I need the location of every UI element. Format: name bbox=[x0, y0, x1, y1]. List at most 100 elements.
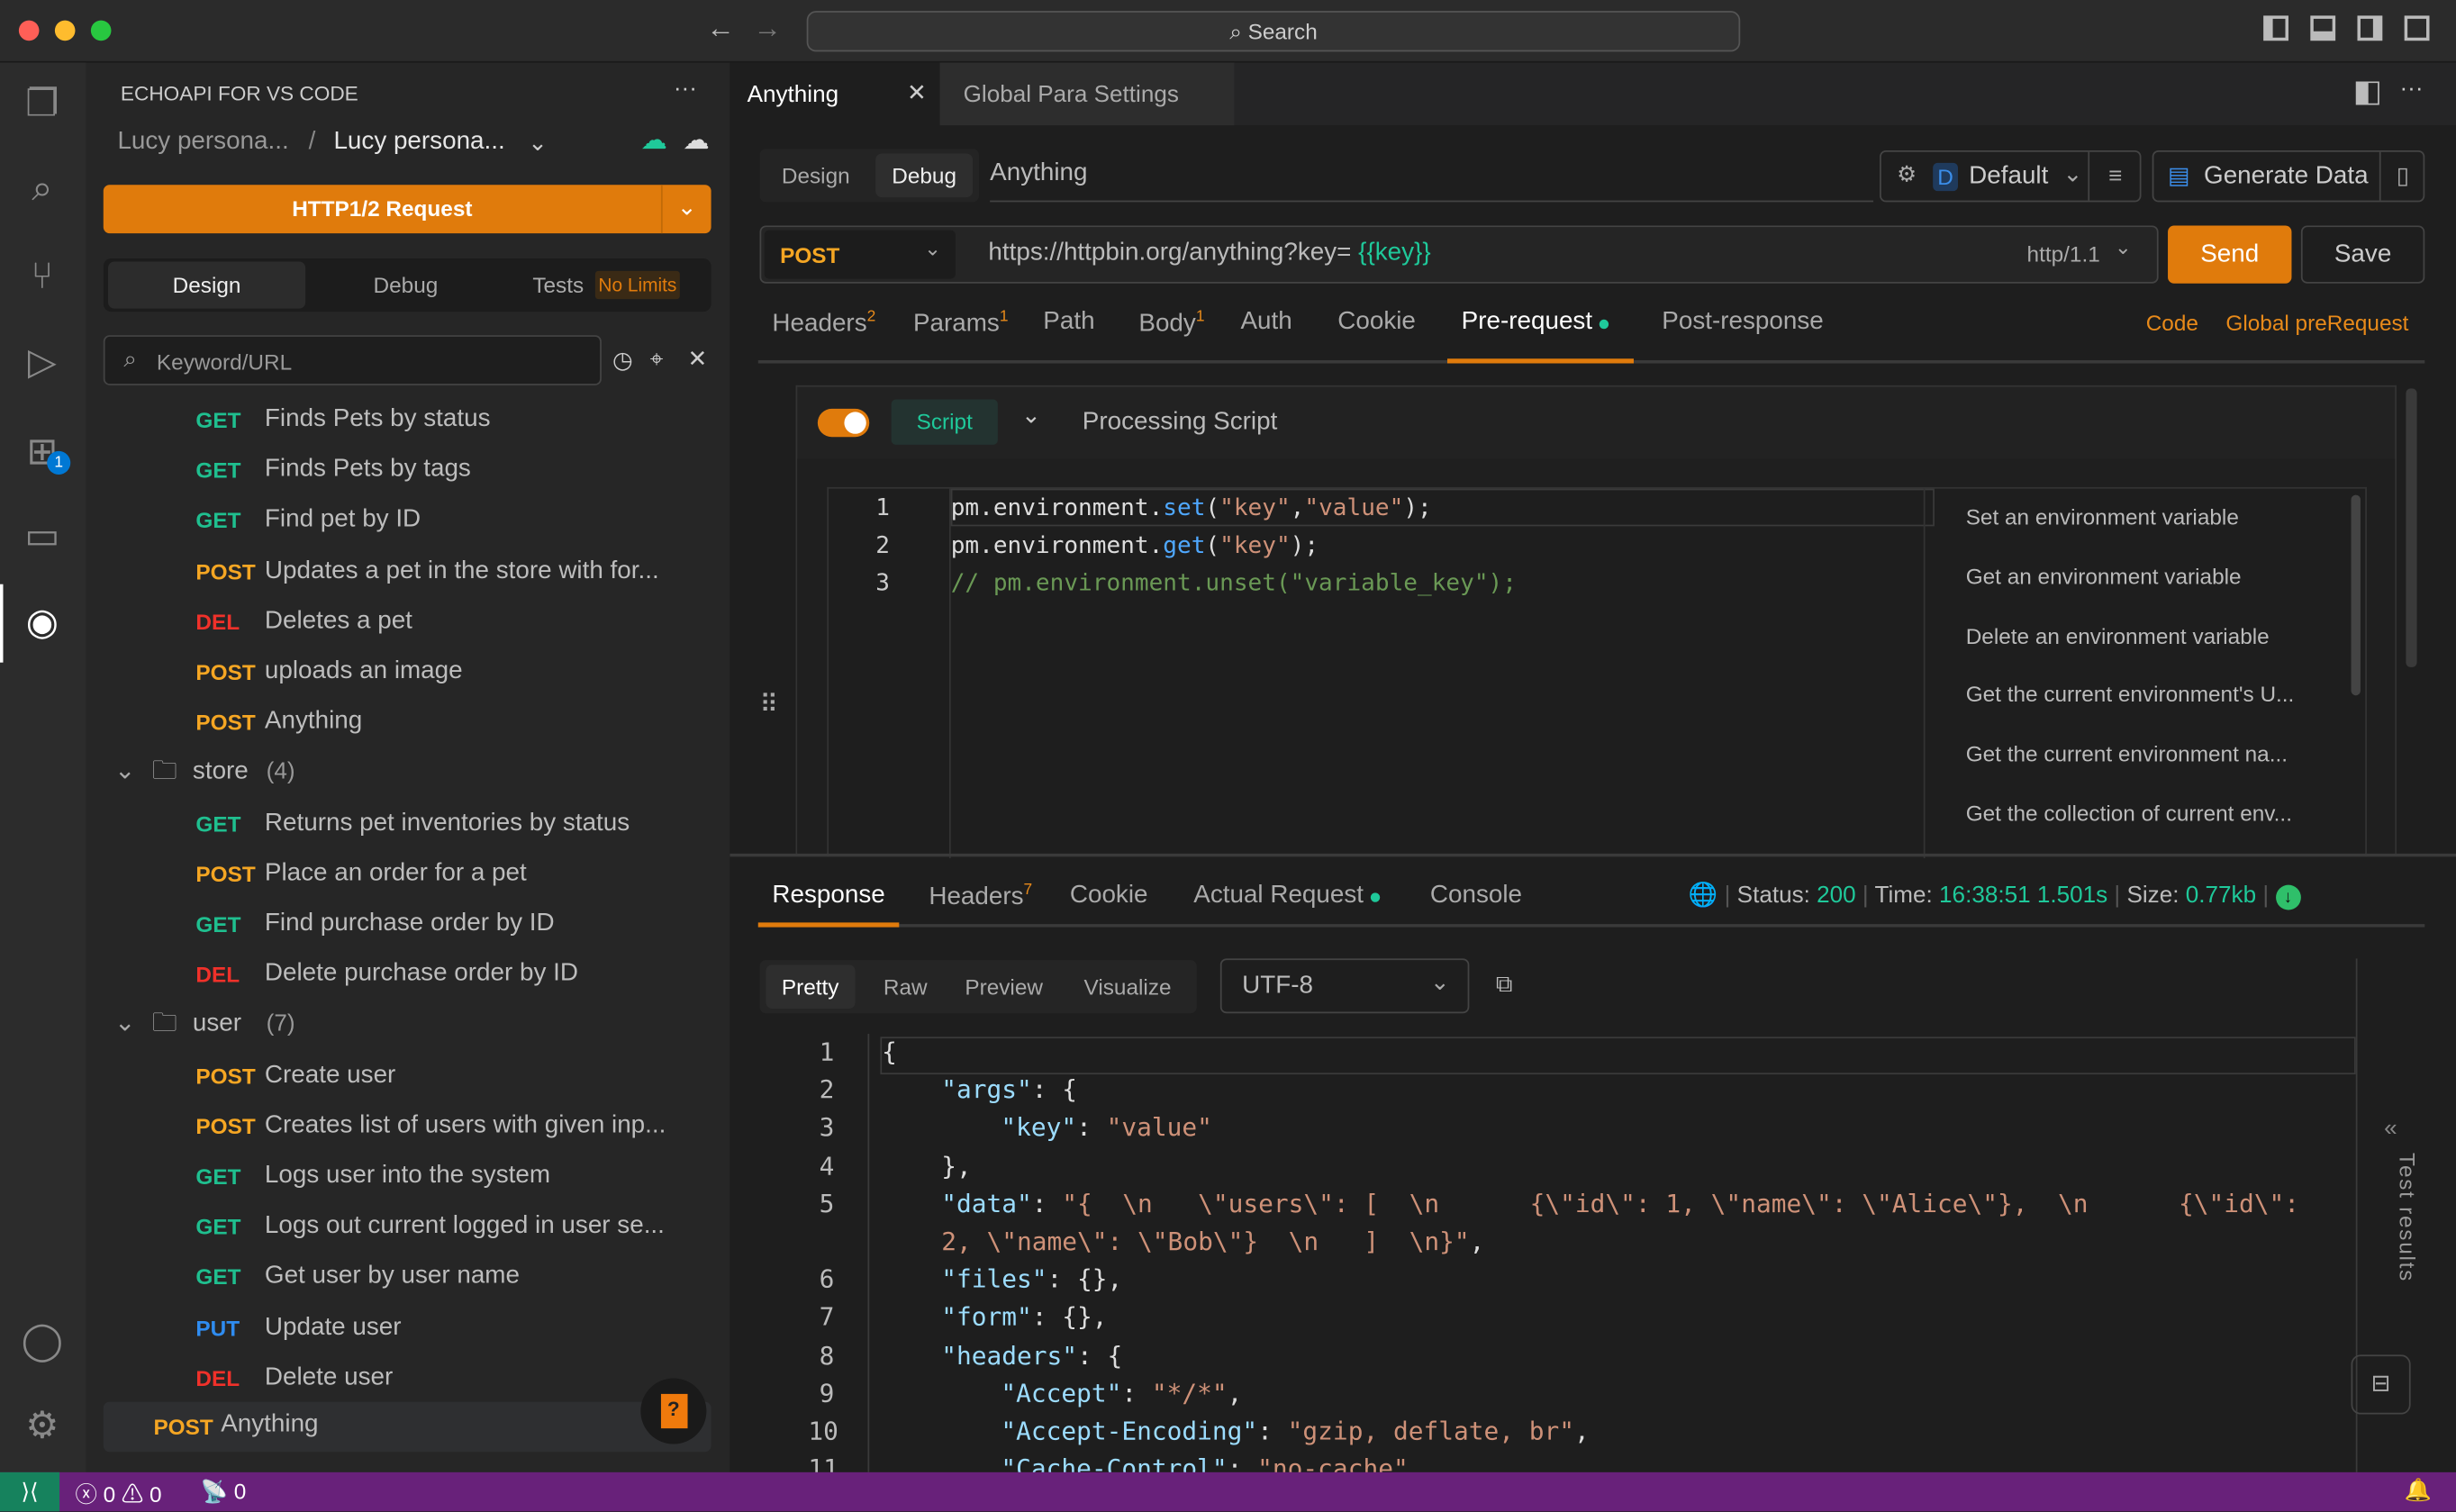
chevron-down-icon[interactable]: ⌄ bbox=[114, 1000, 135, 1050]
customize-layout-icon[interactable] bbox=[2404, 15, 2430, 41]
breadcrumb-project[interactable]: Lucy persona... bbox=[333, 129, 504, 157]
source-control-icon[interactable]: ⑂ bbox=[19, 254, 66, 301]
view-tab-raw[interactable]: Raw bbox=[884, 974, 928, 1000]
remote-explorer-icon[interactable]: ▭ bbox=[19, 513, 66, 560]
api-item[interactable]: PUT Update user bbox=[86, 1302, 730, 1353]
protocol-select[interactable]: http/1.1 bbox=[2027, 241, 2100, 267]
snippet-item[interactable]: Set an environment variable bbox=[1966, 504, 2239, 530]
cloud-download-icon[interactable]: ☁ bbox=[683, 125, 710, 157]
encoding-select[interactable]: UTF-8 ⌄ bbox=[1219, 958, 1470, 1014]
document-icon[interactable]: ▯ bbox=[2379, 151, 2424, 201]
api-item[interactable]: POST Updates a pet in the store with for.… bbox=[86, 546, 730, 596]
send-button[interactable]: Send bbox=[2168, 225, 2292, 284]
request-name-input[interactable]: Anything bbox=[990, 159, 1874, 203]
extensions-icon[interactable]: ⊞ 1 bbox=[19, 430, 71, 476]
ports-indicator[interactable]: 📡 0 bbox=[201, 1479, 247, 1506]
api-item[interactable]: DEL Delete purchase order by ID bbox=[86, 949, 730, 1000]
account-icon[interactable]: ◯ bbox=[19, 1318, 66, 1365]
new-request-dropdown-icon[interactable]: ⌄ bbox=[660, 185, 711, 234]
tab-design[interactable]: Design bbox=[108, 261, 306, 309]
back-arrow-icon[interactable]: ← bbox=[706, 13, 734, 46]
response-tab-console[interactable]: Console bbox=[1430, 882, 1522, 910]
api-item[interactable]: GET Logs user into the system bbox=[86, 1151, 730, 1201]
explorer-icon[interactable]: ❐ bbox=[19, 81, 66, 128]
breadcrumb-team[interactable]: Lucy persona... bbox=[117, 129, 288, 157]
generate-data-button[interactable]: ▤ Generate Data ▯ bbox=[2152, 149, 2425, 203]
snippet-item[interactable]: Get the current environment na... bbox=[1966, 741, 2288, 766]
snippet-scrollbar[interactable] bbox=[2351, 494, 2361, 696]
layout-toggle-icon[interactable]: ⊟ bbox=[2351, 1354, 2411, 1415]
api-item[interactable]: POST Creates list of users with given inp… bbox=[86, 1100, 730, 1151]
chevron-down-icon[interactable]: ⌄ bbox=[114, 747, 135, 798]
toggle-panel-icon[interactable] bbox=[2310, 15, 2336, 41]
environment-settings-icon[interactable]: ⚙ bbox=[1897, 161, 1917, 188]
environment-menu-icon[interactable]: ≡ bbox=[2088, 151, 2141, 201]
snippet-item[interactable]: Get the collection of current env... bbox=[1966, 801, 2292, 826]
response-tab-response[interactable]: Response bbox=[772, 882, 884, 910]
method-select[interactable]: POST ⌄ bbox=[764, 230, 956, 279]
script-enabled-toggle[interactable] bbox=[817, 408, 870, 438]
toggle-sidebar-icon[interactable] bbox=[2263, 15, 2288, 41]
maximize-window-button[interactable] bbox=[90, 20, 112, 41]
snippet-item[interactable]: Delete an environment variable bbox=[1966, 622, 2270, 647]
expand-chevron-icon[interactable]: « bbox=[2384, 1115, 2397, 1142]
url-input[interactable]: https://httpbin.org/anything?key= {{key}… bbox=[988, 240, 1430, 267]
tab-params[interactable]: Params1 bbox=[913, 309, 1009, 340]
tab-pre-request[interactable]: Pre-request bbox=[1462, 309, 1609, 337]
view-tab-visualize[interactable]: Visualize bbox=[1084, 974, 1172, 1000]
tab-design[interactable]: Design bbox=[782, 163, 850, 188]
tab-tests[interactable]: Tests bbox=[532, 261, 584, 308]
locate-icon[interactable]: ⌖ bbox=[650, 346, 664, 373]
globe-icon[interactable]: 🌐 bbox=[1689, 882, 1718, 909]
problems-indicator[interactable]: ⓧ 0 ⚠ 0 bbox=[75, 1479, 161, 1510]
api-item[interactable]: POST uploads an image bbox=[86, 647, 730, 697]
snippet-item[interactable]: Get an environment variable bbox=[1966, 564, 2242, 589]
minimize-window-button[interactable] bbox=[54, 20, 76, 41]
tab-path[interactable]: Path bbox=[1043, 309, 1094, 337]
collapse-all-icon[interactable]: ✕ bbox=[688, 345, 708, 373]
snippet-item[interactable]: Get the current environment's U... bbox=[1966, 682, 2295, 707]
tab-debug[interactable]: Debug bbox=[875, 153, 974, 198]
toggle-secondary-sidebar-icon[interactable] bbox=[2357, 15, 2383, 41]
tab-post-response[interactable]: Post-response bbox=[1662, 309, 1823, 337]
editor-tab-global-params[interactable]: Global Para Settings bbox=[939, 62, 1235, 126]
copy-icon[interactable]: ⧉ bbox=[1496, 971, 1513, 998]
tab-body[interactable]: Body1 bbox=[1138, 309, 1204, 340]
api-item[interactable]: GET Get user by user name bbox=[86, 1252, 730, 1302]
cloud-upload-icon[interactable]: ☁ bbox=[640, 125, 667, 157]
editor-tab-anything[interactable]: Anything ✕ bbox=[730, 62, 940, 126]
test-results-label[interactable]: Test results bbox=[2395, 1153, 2420, 1282]
api-search-input[interactable]: ⌕ Keyword/URL bbox=[103, 335, 602, 385]
api-item[interactable]: GET Finds Pets by tags bbox=[86, 445, 730, 495]
script-scrollbar[interactable] bbox=[2406, 388, 2417, 667]
history-icon[interactable]: ◷ bbox=[612, 346, 633, 375]
folder-store[interactable]: ⌄ 🗀 store (4) bbox=[86, 747, 730, 798]
search-icon[interactable]: ⌕ bbox=[19, 166, 66, 213]
close-window-button[interactable] bbox=[18, 20, 40, 41]
api-item[interactable]: POST Place an order for a pet bbox=[86, 848, 730, 899]
api-item[interactable]: DEL Delete user bbox=[86, 1353, 730, 1403]
tab-headers[interactable]: Headers2 bbox=[772, 309, 875, 340]
code-link[interactable]: Code bbox=[2146, 310, 2198, 335]
response-tab-actual-request[interactable]: Actual Request bbox=[1193, 882, 1380, 910]
drag-handle-icon[interactable]: ⠿ bbox=[760, 689, 778, 720]
api-item[interactable]: GET Find pet by ID bbox=[86, 495, 730, 546]
api-item[interactable]: POST Create user bbox=[86, 1050, 730, 1100]
response-body[interactable]: 1{2 "args": {3 "key": "value" 4}, 5 "data": "… bbox=[761, 1033, 2356, 1472]
response-tab-cookie[interactable]: Cookie bbox=[1070, 882, 1148, 910]
help-doc-button[interactable]: ? bbox=[640, 1378, 707, 1444]
api-item[interactable]: GET Finds Pets by status bbox=[86, 394, 730, 445]
folder-user[interactable]: ⌄ 🗀 user (7) bbox=[86, 1000, 730, 1050]
api-item[interactable]: GET Returns pet inventories by status bbox=[86, 798, 730, 848]
api-item[interactable]: POST Anything bbox=[86, 697, 730, 747]
chevron-down-icon[interactable]: ⌄ bbox=[528, 129, 548, 157]
environment-selector[interactable]: ⚙ D Default ⌄ ≡ bbox=[1880, 149, 2142, 203]
command-search[interactable]: ⌕ Search bbox=[806, 11, 1741, 52]
chevron-down-icon[interactable]: ⌄ bbox=[1021, 401, 1041, 430]
more-actions-icon[interactable]: ··· bbox=[674, 75, 697, 102]
download-icon[interactable]: ↓ bbox=[2275, 884, 2301, 910]
response-tab-headers[interactable]: Headers7 bbox=[929, 882, 1032, 912]
tab-cookie[interactable]: Cookie bbox=[1337, 309, 1416, 337]
view-tab-preview[interactable]: Preview bbox=[965, 974, 1043, 1000]
global-prerequest-link[interactable]: Global preRequest bbox=[2225, 310, 2408, 335]
